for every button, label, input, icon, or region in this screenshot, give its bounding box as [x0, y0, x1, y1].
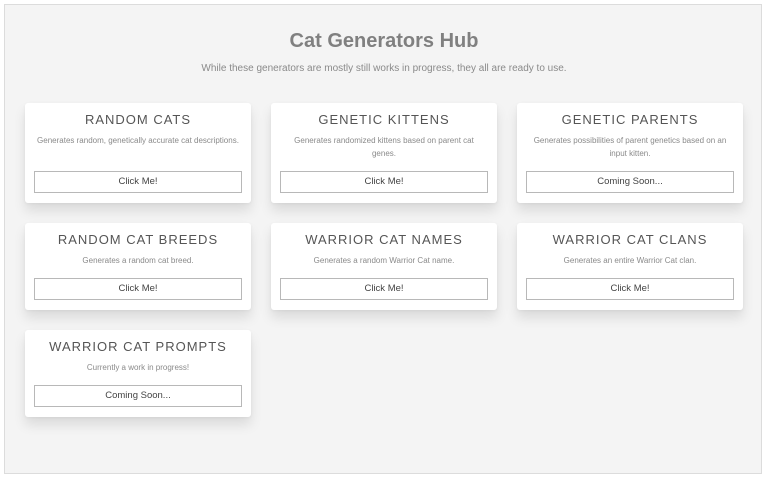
card-title: WARRIOR CAT PROMPTS — [49, 339, 227, 354]
card-description: Generates possibilities of parent geneti… — [533, 136, 727, 158]
card-title: WARRIOR CAT NAMES — [305, 232, 463, 247]
page-container: Cat Generators Hub While these generator… — [4, 4, 762, 474]
card-description: Generates a random Warrior Cat name. — [313, 256, 455, 265]
card-description: Generates randomized kittens based on pa… — [294, 136, 474, 158]
card-title: RANDOM CAT BREEDS — [57, 232, 219, 247]
card-title: GENETIC KITTENS — [318, 112, 450, 127]
card-random-cat-breeds: RANDOM CAT BREEDS Generates a random cat… — [25, 223, 251, 310]
warrior-cat-clans-button[interactable]: Click Me! — [526, 278, 734, 300]
card-title: GENETIC PARENTS — [561, 112, 699, 127]
card-title: WARRIOR CAT CLANS — [552, 232, 708, 247]
page-subtitle: While these generators are mostly still … — [201, 63, 567, 74]
warrior-cat-names-button[interactable]: Click Me! — [280, 278, 488, 300]
random-cats-button[interactable]: Click Me! — [34, 171, 242, 193]
card-warrior-cat-names: WARRIOR CAT NAMES Generates a random War… — [271, 223, 497, 310]
card-description: Generates an entire Warrior Cat clan. — [563, 256, 697, 265]
card-genetic-kittens: GENETIC KITTENS Generates randomized kit… — [271, 103, 497, 203]
card-description: Generates a random cat breed. — [82, 256, 194, 265]
genetic-parents-button[interactable]: Coming Soon... — [526, 171, 734, 193]
random-cat-breeds-button[interactable]: Click Me! — [34, 278, 242, 300]
card-genetic-parents: GENETIC PARENTS Generates possibilities … — [517, 103, 743, 203]
card-warrior-cat-clans: WARRIOR CAT CLANS Generates an entire Wa… — [517, 223, 743, 310]
card-title: RANDOM CATS — [84, 112, 192, 127]
genetic-kittens-button[interactable]: Click Me! — [280, 171, 488, 193]
card-random-cats: RANDOM CATS Generates random, geneticall… — [25, 103, 251, 203]
card-description: Generates random, genetically accurate c… — [37, 136, 239, 145]
card-warrior-cat-prompts: WARRIOR CAT PROMPTS Currently a work in … — [25, 330, 251, 417]
card-description: Currently a work in progress! — [86, 363, 190, 372]
warrior-cat-prompts-button[interactable]: Coming Soon... — [34, 385, 242, 407]
page-title: Cat Generators Hub — [289, 30, 479, 52]
